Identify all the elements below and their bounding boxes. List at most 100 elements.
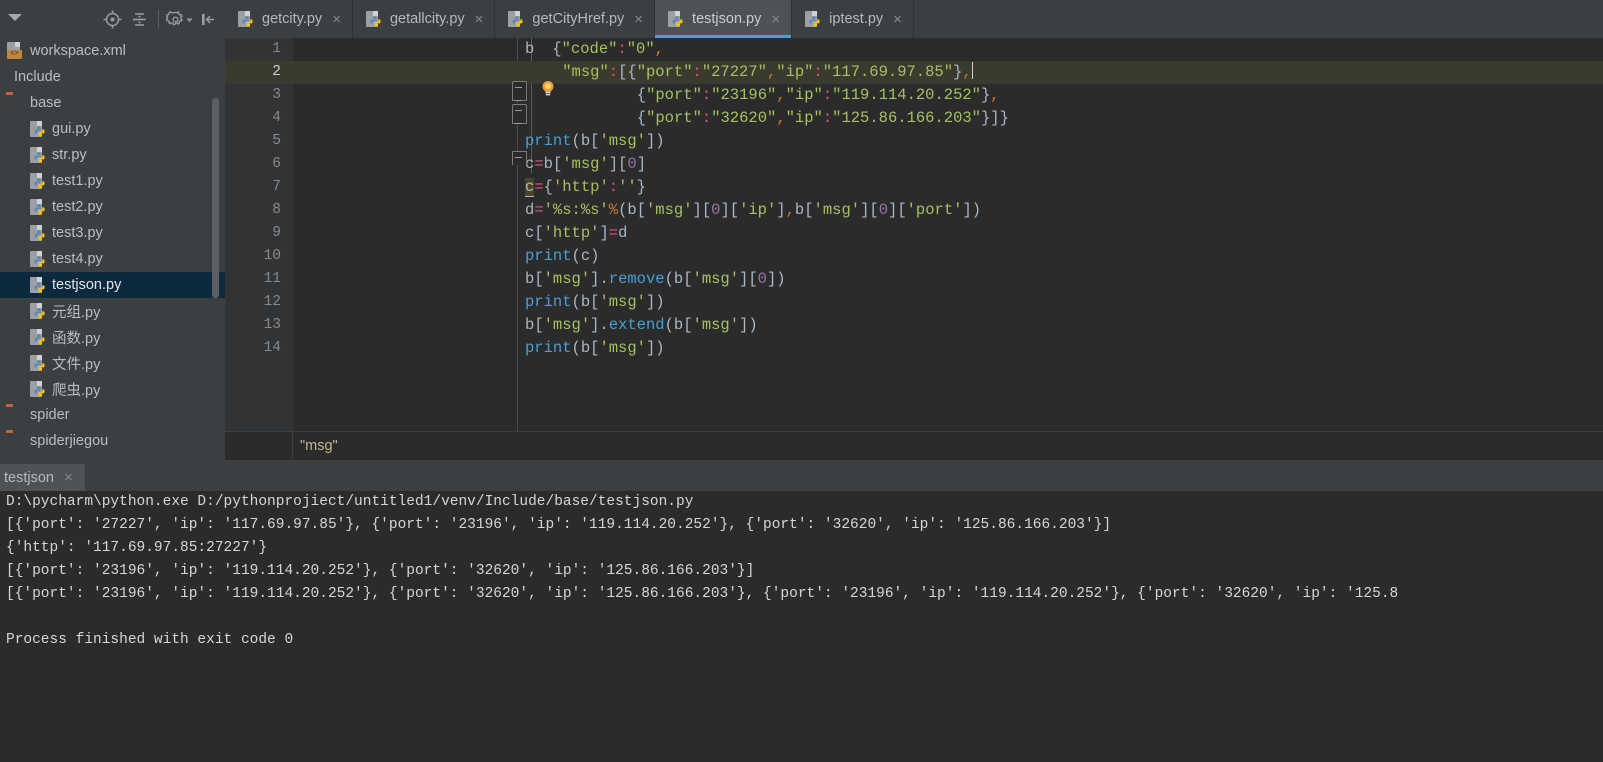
- project-toolbar: [0, 0, 225, 38]
- tree-item-label: testjson.py: [52, 277, 122, 293]
- console-line: [{'port': '23196', 'ip': '119.114.20.252…: [6, 586, 1399, 602]
- console-tab-testjson[interactable]: testjson ×: [0, 464, 85, 491]
- line-number: 11: [263, 271, 281, 287]
- code-line-14[interactable]: 14 print(b['msg']): [225, 337, 1603, 360]
- tree-item-test1-py[interactable]: test1.py: [0, 168, 225, 194]
- line-number: 5: [272, 133, 281, 149]
- fold-marker-line4-end[interactable]: [512, 151, 527, 165]
- intention-lightbulb-icon[interactable]: [540, 80, 555, 96]
- tree-item-文件-py[interactable]: 文件.py: [0, 350, 225, 376]
- code-text: b {"code":"0",: [525, 40, 664, 58]
- tree-item-gui-py[interactable]: gui.py: [0, 116, 225, 142]
- tab-label: iptest.py: [829, 11, 884, 27]
- code-line-8[interactable]: 8 d='%s:%s'%(b['msg'][0]['ip'],b['msg'][0…: [225, 199, 1603, 222]
- tree-item-label: 元组.py: [52, 304, 101, 321]
- chevron-down-small-icon[interactable]: [185, 10, 194, 29]
- code-line-12[interactable]: 12 print(b['msg']): [225, 291, 1603, 314]
- python-file-icon: [30, 354, 45, 372]
- tree-item-base[interactable]: base: [0, 90, 225, 116]
- code-line-9[interactable]: 9 c['http']=d: [225, 222, 1603, 245]
- tab-getCityHref-py[interactable]: getCityHref.py ×: [495, 0, 656, 38]
- python-file-icon: [30, 224, 45, 242]
- code-lines[interactable]: 1 b {"code":"0", 2 "msg":[{"port":"27227","…: [225, 38, 1603, 460]
- code-text: c=b['msg'][0]: [525, 155, 647, 173]
- tree-item-label: str.py: [52, 147, 87, 163]
- tree-item-test3-py[interactable]: test3.py: [0, 220, 225, 246]
- line-number: 13: [263, 317, 281, 333]
- tree-item-label: test1.py: [52, 173, 103, 189]
- code-line-1[interactable]: 1 b {"code":"0",: [225, 38, 1603, 61]
- tab-getcity-py[interactable]: getcity.py ×: [225, 0, 353, 38]
- close-icon[interactable]: ×: [770, 12, 781, 27]
- tree-item-label: test2.py: [52, 199, 103, 215]
- tab-label: getcity.py: [262, 11, 323, 27]
- tree-item-spider[interactable]: spider: [0, 402, 225, 428]
- code-line-6[interactable]: 6 c=b['msg'][0]: [225, 153, 1603, 176]
- breadcrumb[interactable]: "msg": [300, 432, 338, 461]
- code-line-5[interactable]: 5 print(b['msg']): [225, 130, 1603, 153]
- fold-marker-line1-tail: [512, 95, 527, 101]
- tree-item-test4-py[interactable]: test4.py: [0, 246, 225, 272]
- tree-item-label: 文件.py: [52, 356, 101, 373]
- python-file-icon: [668, 10, 683, 28]
- code-line-3[interactable]: 3 {"port":"23196","ip":"119.114.20.252"}…: [225, 84, 1603, 107]
- tab-label: getallcity.py: [389, 11, 465, 27]
- tab-iptest-py[interactable]: iptest.py ×: [792, 0, 914, 38]
- close-icon[interactable]: ×: [64, 469, 73, 486]
- python-file-icon: [30, 380, 45, 398]
- console-line: {'http': '117.69.97.85:27227'}: [6, 540, 268, 556]
- python-file-icon: [805, 10, 820, 28]
- code-line-11[interactable]: 11 b['msg'].remove(b['msg'][0]): [225, 268, 1603, 291]
- close-icon[interactable]: ×: [474, 12, 485, 27]
- chevron-down-icon[interactable]: [8, 14, 22, 21]
- code-text: b['msg'].remove(b['msg'][0]): [525, 270, 786, 288]
- tree-item-test2-py[interactable]: test2.py: [0, 194, 225, 220]
- project-tree[interactable]: <> workspace.xml Include base gui.py str.py te…: [0, 38, 225, 460]
- console-line: D:\pycharm\python.exe D:/pythonprojiect/…: [6, 494, 694, 510]
- python-file-icon: [30, 198, 45, 216]
- python-file-icon: [30, 172, 45, 190]
- code-line-7[interactable]: 7 c={'http':''}: [225, 176, 1603, 199]
- fold-marker-line2[interactable]: [512, 104, 527, 119]
- tree-item-str-py[interactable]: str.py: [0, 142, 225, 168]
- code-line-2[interactable]: 2 "msg":[{"port":"27227","ip":"117.69.97…: [225, 61, 1603, 84]
- python-file-icon: [30, 120, 45, 138]
- project-tree-scrollbar[interactable]: [212, 98, 219, 298]
- code-line-10[interactable]: 10 print(c): [225, 245, 1603, 268]
- tree-item-label: spider: [30, 407, 70, 423]
- hide-panel-icon[interactable]: [199, 10, 218, 29]
- tree-item-testjson-py[interactable]: testjson.py: [0, 272, 225, 298]
- close-icon[interactable]: ×: [892, 12, 903, 27]
- code-text: print(b['msg']): [525, 132, 665, 150]
- close-icon[interactable]: ×: [633, 12, 644, 27]
- tree-item-label: Include: [14, 69, 61, 85]
- tree-item-爬虫-py[interactable]: 爬虫.py: [0, 376, 225, 402]
- code-line-13[interactable]: 13 b['msg'].extend(b['msg']): [225, 314, 1603, 337]
- target-locate-icon[interactable]: [103, 10, 122, 29]
- python-file-icon: [30, 302, 45, 320]
- tree-item-函数-py[interactable]: 函数.py: [0, 324, 225, 350]
- line-number: 3: [272, 87, 281, 103]
- code-text: b['msg'].extend(b['msg']): [525, 316, 758, 334]
- tree-item-Include[interactable]: Include: [0, 64, 225, 90]
- code-line-4[interactable]: 4 {"port":"32620","ip":"125.86.166.203"}…: [225, 107, 1603, 130]
- tab-getallcity-py[interactable]: getallcity.py ×: [353, 0, 496, 38]
- tree-item-spiderjiegou[interactable]: spiderjiegou: [0, 428, 225, 454]
- line-number: 9: [272, 225, 281, 241]
- fold-marker-line1[interactable]: [512, 81, 527, 96]
- tree-item-元组-py[interactable]: 元组.py: [0, 298, 225, 324]
- collapse-all-icon[interactable]: [130, 10, 149, 29]
- gear-icon[interactable]: [165, 10, 185, 29]
- tree-item-label: base: [30, 95, 62, 111]
- tab-label: testjson.py: [692, 11, 762, 27]
- toolbar-separator: [158, 10, 159, 28]
- tree-item-workspace-xml[interactable]: <> workspace.xml: [0, 38, 225, 64]
- console-output[interactable]: D:\pycharm\python.exe D:/pythonprojiect/…: [0, 491, 1603, 762]
- tree-item-label: workspace.xml: [30, 43, 126, 59]
- tree-item-label: test4.py: [52, 251, 103, 267]
- close-icon[interactable]: ×: [331, 12, 342, 27]
- code-editor[interactable]: 1 b {"code":"0", 2 "msg":[{"port":"27227","…: [225, 38, 1603, 460]
- python-file-icon: [30, 146, 45, 164]
- tab-testjson-py[interactable]: testjson.py ×: [655, 0, 793, 38]
